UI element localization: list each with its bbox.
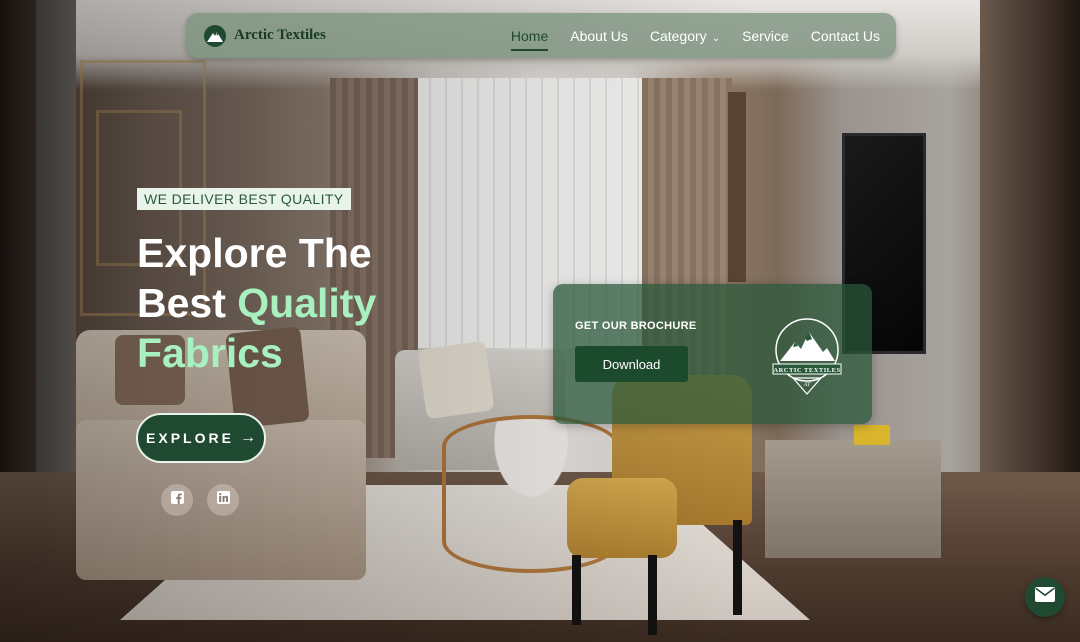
nav-item-category-label: Category	[649, 27, 707, 44]
brochure-title: GET OUR BROCHURE	[575, 320, 697, 332]
nav-item-category[interactable]: Category ⌄	[650, 28, 720, 44]
arrow-right-icon: →	[239, 429, 256, 446]
chevron-down-icon: ⌄	[711, 32, 721, 44]
nav-item-home[interactable]: Home	[510, 28, 549, 51]
brochure-card: GET OUR BROCHURE Download ARCTIC TEXTILE…	[553, 284, 872, 424]
brand[interactable]: Arctic Textiles	[204, 24, 326, 47]
download-button[interactable]: Download	[575, 346, 688, 382]
nav-item-service[interactable]: Service	[742, 28, 789, 44]
brand-name: Arctic Textiles	[234, 27, 326, 43]
linkedin-link[interactable]	[207, 484, 239, 516]
facebook-icon	[170, 491, 184, 509]
linkedin-icon	[216, 491, 230, 509]
brochure-logo-text: ARCTIC TEXTILES	[773, 367, 840, 374]
nav-item-contact-us[interactable]: Contact Us	[811, 28, 880, 44]
explore-button[interactable]: EXPLORE →	[136, 413, 266, 463]
contact-mail-button[interactable]	[1025, 577, 1065, 617]
mountain-logo-icon	[204, 24, 226, 47]
explore-button-label: EXPLORE	[146, 430, 234, 446]
navbar: Arctic Textiles Home About Us Category ⌄ …	[186, 13, 896, 58]
envelope-icon	[1035, 587, 1055, 607]
hero-headline: Explore The Best Quality Fabrics	[137, 228, 467, 378]
nav-item-about-us[interactable]: About Us	[570, 28, 628, 44]
facebook-link[interactable]	[161, 484, 193, 516]
mountain-logo-icon: ARCTIC TEXTILES AT	[771, 312, 843, 398]
main-menu: Home About Us Category ⌄ Service Contact …	[489, 13, 880, 58]
hero-tagline: WE DELIVER BEST QUALITY	[137, 188, 351, 210]
brochure-logo-monogram: AT	[803, 382, 811, 388]
